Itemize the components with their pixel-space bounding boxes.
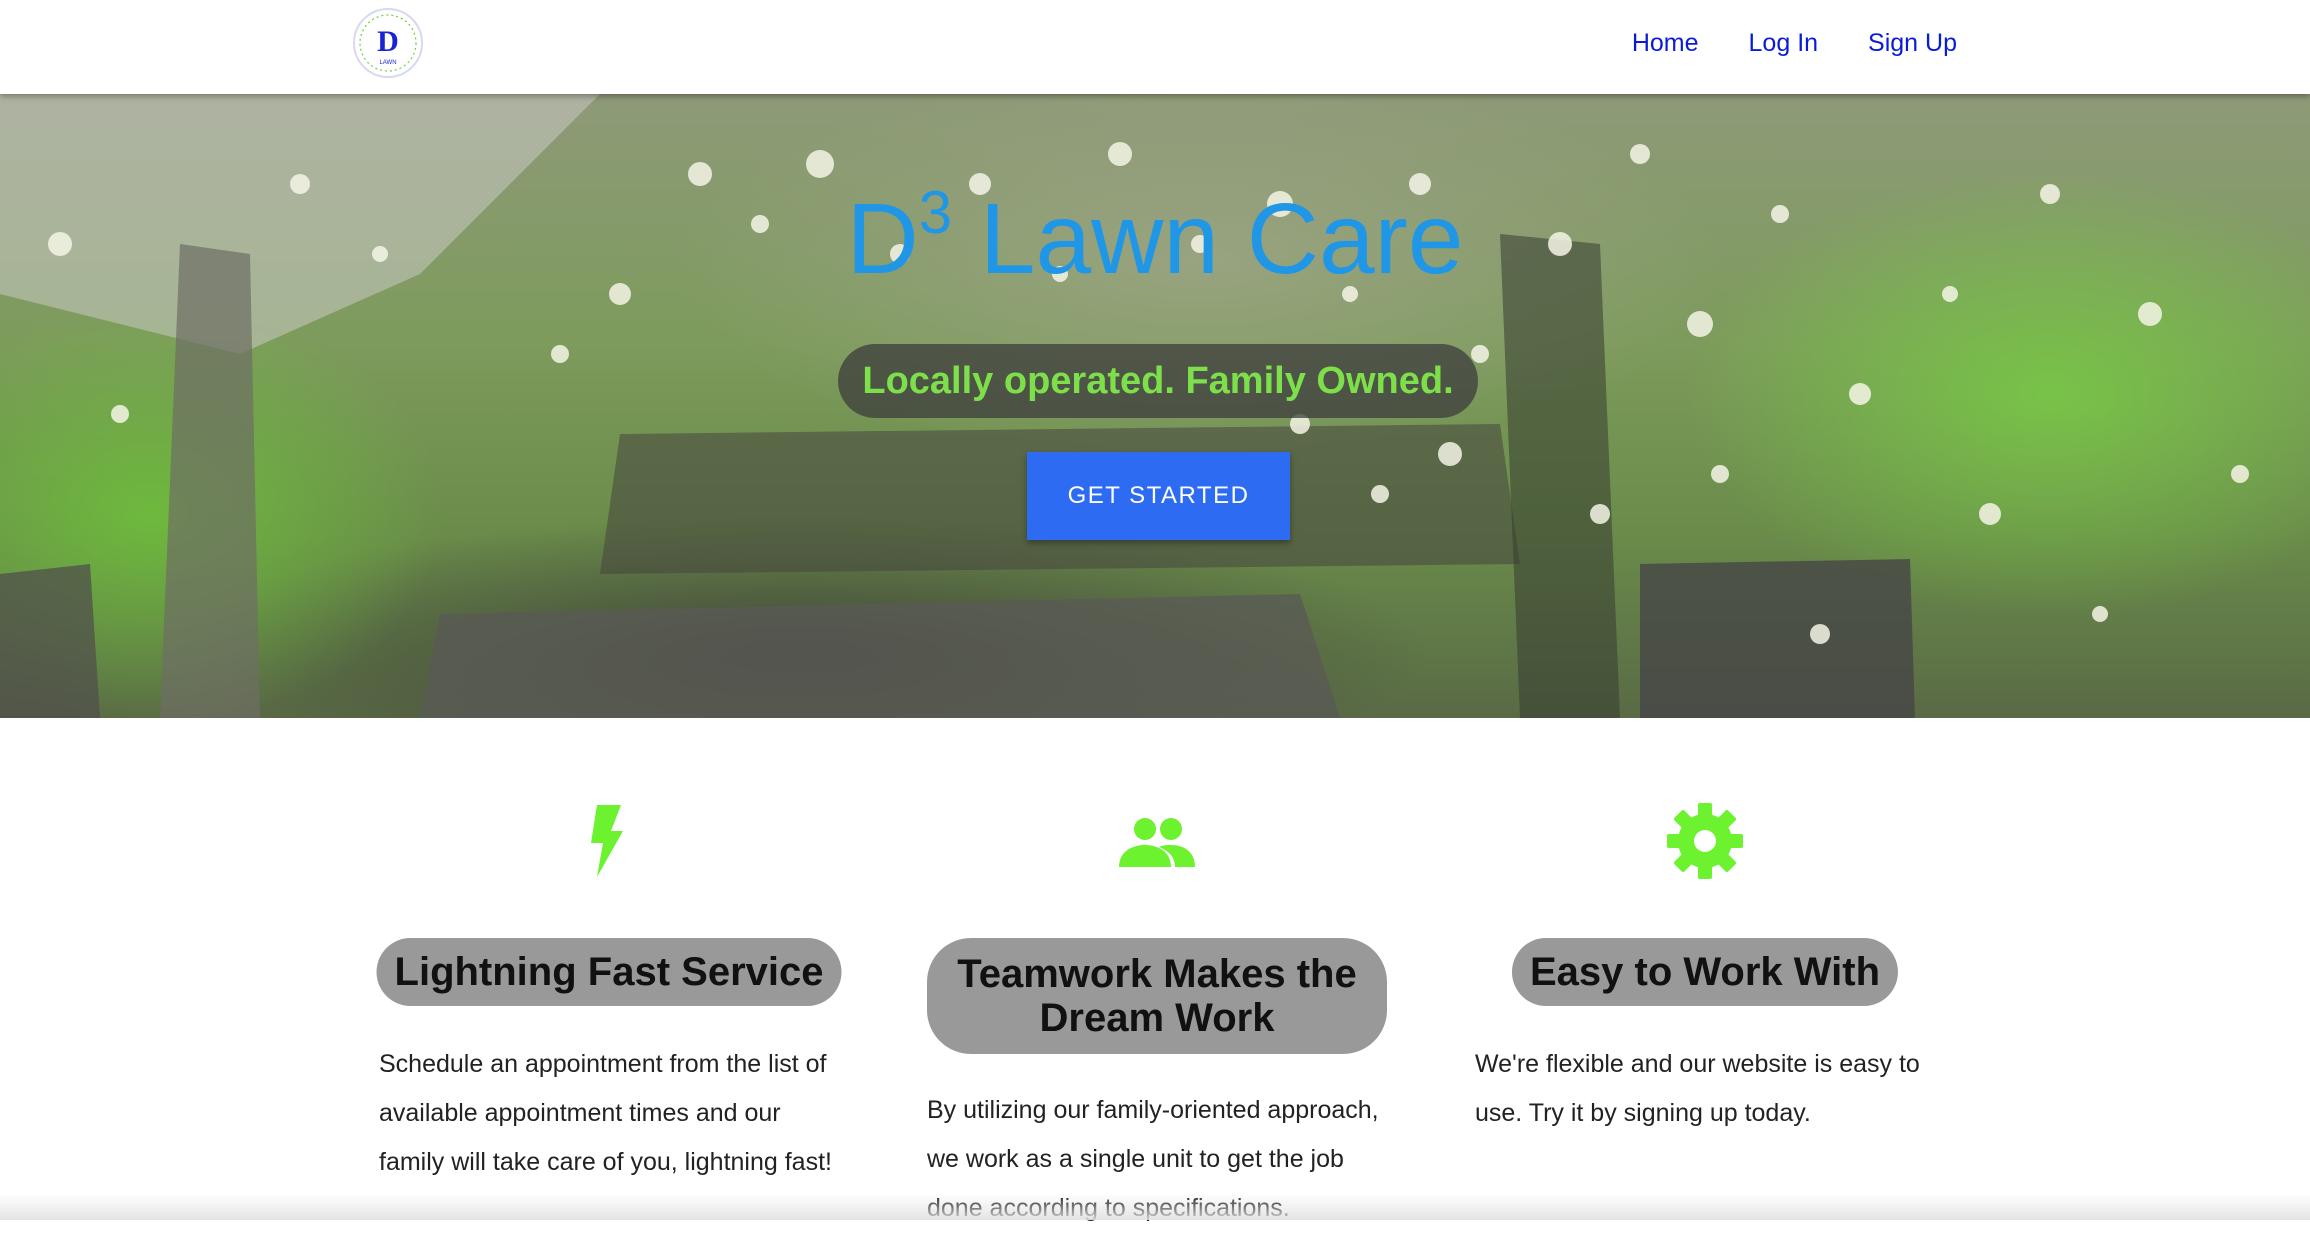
navbar: D LAWN Home Log In Sign Up — [0, 0, 2310, 94]
features-section: Lightning Fast Service Schedule an appoi… — [0, 718, 2310, 1222]
feature-heading: Teamwork Makes the Dream Work — [927, 938, 1387, 1054]
hero-tagline: Locally operated. Family Owned. — [838, 344, 1478, 418]
lightning-bolt-icon — [591, 805, 623, 877]
nav-login-link[interactable]: Log In — [1749, 29, 1819, 58]
get-started-button[interactable]: GET STARTED — [1027, 452, 1290, 540]
nav-signup-link[interactable]: Sign Up — [1868, 29, 1957, 58]
feature-description: Schedule an appointment from the list of… — [379, 1050, 832, 1176]
nav-links: Home Log In Sign Up — [1632, 0, 1957, 86]
logo-badge-icon: D LAWN — [353, 8, 423, 78]
feature-description: We're flexible and our website is easy t… — [1475, 1050, 1920, 1127]
hero-title: D3 Lawn Care — [0, 183, 2310, 290]
feature-heading: Lightning Fast Service — [376, 938, 842, 1006]
nav-home-link[interactable]: Home — [1632, 29, 1699, 58]
title-rest: Lawn Care — [952, 183, 1464, 295]
feature-heading: Easy to Work With — [1511, 938, 1899, 1006]
title-prefix: D — [846, 183, 919, 295]
scroll-fade — [0, 1194, 2310, 1220]
title-superscript: 3 — [918, 179, 953, 246]
gear-icon — [1667, 803, 1743, 879]
hero-section: D3 Lawn Care Locally operated. Family Ow… — [0, 94, 2310, 718]
logo[interactable]: D LAWN — [352, 7, 424, 79]
svg-text:D: D — [377, 25, 399, 58]
people-group-icon — [1119, 818, 1195, 867]
svg-text:LAWN: LAWN — [379, 60, 396, 66]
